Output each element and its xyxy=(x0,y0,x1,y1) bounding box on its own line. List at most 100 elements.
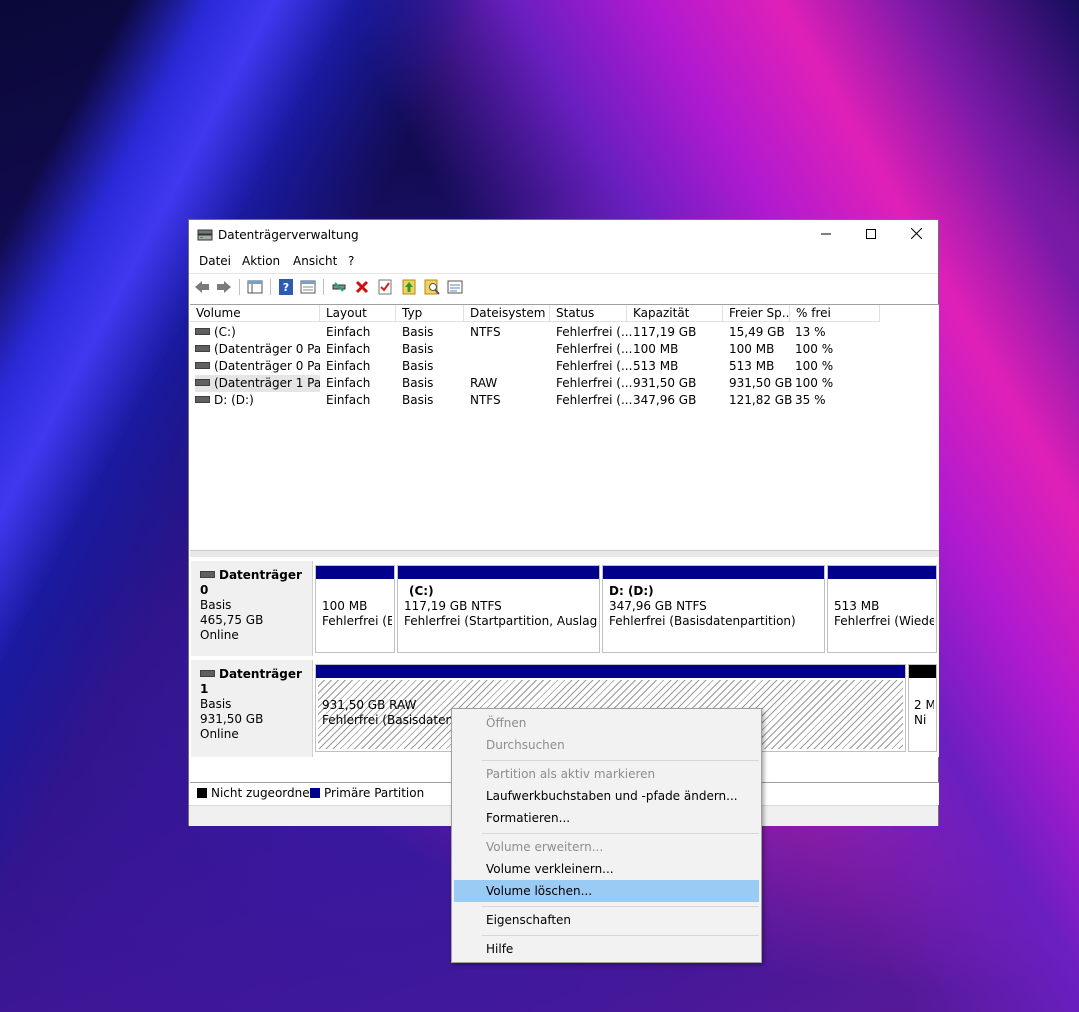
menu-ansicht[interactable]: Ansicht xyxy=(293,254,337,268)
primary-swatch xyxy=(310,788,320,798)
context-menu: Öffnen Durchsuchen Partition als aktiv m… xyxy=(451,708,762,963)
partition-size: 2 M xyxy=(914,698,934,712)
partition-size: 117,19 GB NTFS xyxy=(404,599,502,613)
volume-name: (Datenträger 1 Par... xyxy=(214,376,320,390)
menu-item-partition-aktiv[interactable]: Partition als aktiv markieren xyxy=(454,763,759,785)
legend-primary: Primäre Partition xyxy=(324,786,425,800)
table-row[interactable]: (Datenträger 0 Par... Einfach Basis Fehl… xyxy=(190,358,939,375)
svg-text:?: ? xyxy=(283,281,289,294)
close-button[interactable] xyxy=(893,220,939,250)
menu-aktion[interactable]: Aktion xyxy=(242,254,280,268)
disk-status: Online xyxy=(200,628,239,642)
disk-icon xyxy=(200,571,215,578)
column-header-status[interactable]: Status xyxy=(550,305,627,322)
menu-item-volume-verkleinern[interactable]: Volume verkleinern... xyxy=(454,858,759,880)
cell-kapazitaet: 100 MB xyxy=(633,342,679,356)
disk-type: Basis xyxy=(200,697,232,711)
minimize-icon xyxy=(821,228,831,242)
menu-item-eigenschaften[interactable]: Eigenschaften xyxy=(454,909,759,931)
forward-icon[interactable] xyxy=(215,278,233,296)
column-header-freier-speicher[interactable]: Freier Sp... xyxy=(723,305,790,322)
cell-prozent-frei: 100 % xyxy=(795,359,834,373)
cell-dateisystem: RAW xyxy=(470,376,498,390)
cell-typ: Basis xyxy=(402,359,434,373)
partition-size: 347,96 GB NTFS xyxy=(609,599,707,613)
menu-item-laufwerkbuchstaben[interactable]: Laufwerkbuchstaben und -pfade ändern... xyxy=(454,785,759,807)
legend-unallocated: Nicht zugeordnet xyxy=(211,786,315,800)
partition-size: 100 MB xyxy=(322,599,368,613)
table-row[interactable]: (C:) Einfach Basis NTFS Fehlerfrei (... … xyxy=(190,324,939,341)
menu-item-durchsuchen[interactable]: Durchsuchen xyxy=(454,734,759,756)
partition-d[interactable]: D: (D:) 347,96 GB NTFS Fehlerfrei (Basis… xyxy=(602,565,825,653)
cell-typ: Basis xyxy=(402,393,434,407)
column-header-prozent-frei[interactable]: % frei xyxy=(790,305,880,322)
drive-icon xyxy=(195,379,210,386)
volume-name: (Datenträger 0 Par... xyxy=(214,342,320,356)
table-row[interactable]: (Datenträger 1 Par... Einfach Basis RAW … xyxy=(190,375,939,392)
partition-status: Fehlerfrei (Basisdatenpartition) xyxy=(609,614,796,628)
search-icon[interactable] xyxy=(423,278,441,296)
cell-layout: Einfach xyxy=(326,325,371,339)
disk-0-info[interactable]: Datenträger 0 Basis 465,75 GB Online xyxy=(191,561,313,656)
cell-freier-speicher: 121,82 GB xyxy=(729,393,793,407)
partition-status: Fehlerfrei (Wiederl xyxy=(834,614,934,628)
menu-datei[interactable]: Datei xyxy=(199,254,231,268)
properties-icon[interactable] xyxy=(299,278,317,296)
partition-title: (C:) xyxy=(409,584,434,598)
cell-typ: Basis xyxy=(402,376,434,390)
delete-icon[interactable] xyxy=(353,278,371,296)
menu-help[interactable]: ? xyxy=(348,254,354,268)
drive-icon xyxy=(195,362,210,369)
column-header-layout[interactable]: Layout xyxy=(320,305,396,322)
partition-status: Fehlerfrei (EF xyxy=(322,614,392,628)
disk-management-icon xyxy=(197,228,213,242)
partition-disk0-recovery[interactable]: 513 MB Fehlerfrei (Wiederl xyxy=(827,565,937,653)
cell-kapazitaet: 117,19 GB xyxy=(633,325,697,339)
disk-size: 465,75 GB xyxy=(200,613,264,627)
menu-bar: Datei Aktion Ansicht ? xyxy=(189,250,938,272)
view-icon[interactable] xyxy=(446,278,464,296)
disk-status: Online xyxy=(200,727,239,741)
menu-item-oeffnen[interactable]: Öffnen xyxy=(454,712,759,734)
disk-name: Datenträger 1 xyxy=(200,667,302,696)
disk-1-info[interactable]: Datenträger 1 Basis 931,50 GB Online xyxy=(191,660,313,757)
menu-item-volume-erweitern[interactable]: Volume erweitern... xyxy=(454,836,759,858)
title-bar[interactable]: Datenträgerverwaltung xyxy=(189,220,938,250)
cell-prozent-frei: 100 % xyxy=(795,342,834,356)
cell-layout: Einfach xyxy=(326,393,371,407)
help-icon[interactable]: ? xyxy=(277,278,295,296)
minimize-button[interactable] xyxy=(803,220,849,250)
disk-icon xyxy=(200,670,215,677)
cell-freier-speicher: 15,49 GB xyxy=(729,325,785,339)
column-header-typ[interactable]: Typ xyxy=(396,305,464,322)
menu-item-formatieren[interactable]: Formatieren... xyxy=(454,807,759,829)
cell-prozent-frei: 13 % xyxy=(795,325,826,339)
volume-name: D: (D:) xyxy=(214,393,254,407)
maximize-button[interactable] xyxy=(848,220,894,250)
column-header-kapazitaet[interactable]: Kapazität xyxy=(627,305,723,322)
check-icon[interactable] xyxy=(376,278,394,296)
column-header-volume[interactable]: Volume xyxy=(190,305,320,322)
cell-freier-speicher: 931,50 GB xyxy=(729,376,793,390)
console-tree-icon[interactable] xyxy=(246,278,264,296)
cell-kapazitaet: 513 MB xyxy=(633,359,679,373)
cell-typ: Basis xyxy=(402,325,434,339)
drive-icon xyxy=(195,396,210,403)
volume-list[interactable]: Volume Layout Typ Dateisystem Status Kap… xyxy=(190,304,939,550)
up-icon[interactable] xyxy=(400,278,418,296)
cell-prozent-frei: 35 % xyxy=(795,393,826,407)
unallocated-space[interactable]: 2 M Ni xyxy=(908,664,937,752)
window-title: Datenträgerverwaltung xyxy=(218,228,359,242)
cell-layout: Einfach xyxy=(326,376,371,390)
menu-item-volume-loeschen[interactable]: Volume löschen... xyxy=(454,880,759,902)
column-header-dateisystem[interactable]: Dateisystem xyxy=(464,305,550,322)
maximize-icon xyxy=(866,228,876,242)
table-row[interactable]: D: (D:) Einfach Basis NTFS Fehlerfrei (.… xyxy=(190,392,939,409)
cell-layout: Einfach xyxy=(326,359,371,373)
partition-c[interactable]: (C:) 117,19 GB NTFS Fehlerfrei (Startpar… xyxy=(397,565,600,653)
connect-icon[interactable] xyxy=(330,278,348,296)
partition-disk0-efi[interactable]: 100 MB Fehlerfrei (EF xyxy=(315,565,395,653)
menu-item-hilfe[interactable]: Hilfe xyxy=(454,938,759,960)
table-row[interactable]: (Datenträger 0 Par... Einfach Basis Fehl… xyxy=(190,341,939,358)
back-icon[interactable] xyxy=(193,278,211,296)
